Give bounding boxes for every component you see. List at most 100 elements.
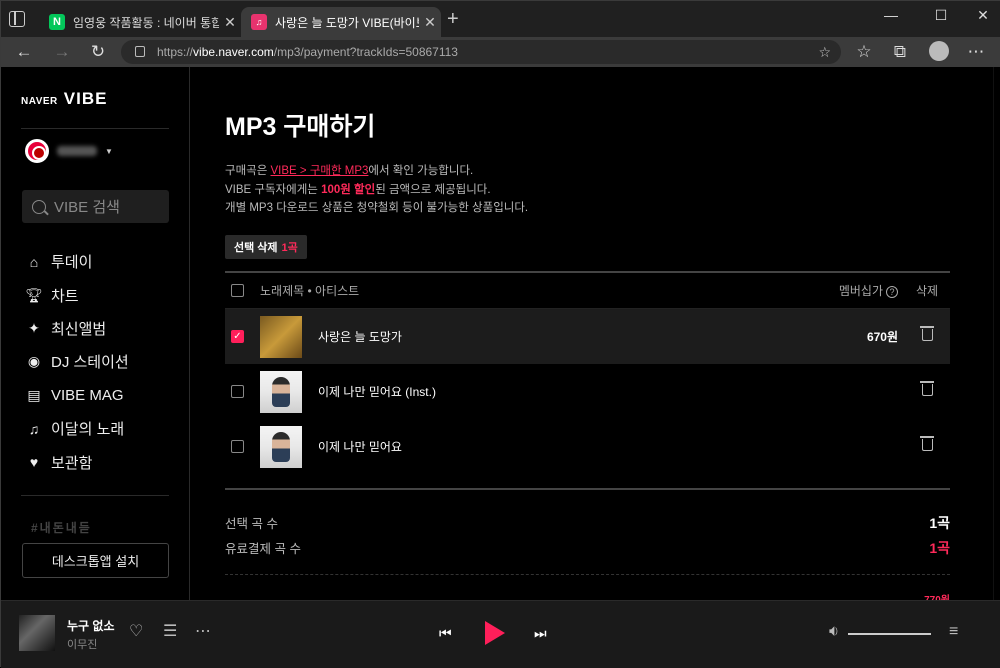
row-checkbox[interactable]: ✓	[231, 330, 244, 343]
tab-naver-search[interactable]: N 임영웅 작품활동 : 네이버 통합검 ✕	[39, 7, 241, 37]
summary-row: 선택 곡 수 1곡	[225, 510, 950, 535]
refresh-icon[interactable]: ↻	[87, 41, 109, 63]
install-desktop-app-button[interactable]: 데스크톱앱 설치	[22, 543, 169, 578]
delete-row-button[interactable]	[904, 436, 950, 454]
tab-vibe[interactable]: ♫ 사랑은 늘 도망가 VIBE(바이브) ✕	[241, 7, 441, 37]
collections-icon[interactable]: ⧉	[889, 41, 911, 63]
more-icon[interactable]: ⋯	[965, 41, 987, 63]
heart-outline-icon[interactable]: ♡	[129, 623, 143, 641]
table-header: 노래제목 • 아티스트 멤버십가? 삭제	[225, 273, 950, 309]
browser-window: N 임영웅 작품활동 : 네이버 통합검 ✕ ♫ 사랑은 늘 도망가 VIBE(…	[0, 0, 1000, 668]
main-content: MP3 구매하기 구매곡은 VIBE > 구매한 MP3에서 확인 가능합니다.…	[191, 67, 957, 600]
blurred-username	[57, 146, 97, 156]
table-row[interactable]: 이제 나만 믿어요 (Inst.)	[225, 364, 950, 419]
page-title: MP3 구매하기	[225, 113, 376, 141]
divider	[21, 495, 169, 496]
vibe-logo[interactable]: NAVER VIBE	[21, 89, 107, 109]
track-title: 이제 나만 믿어요	[318, 440, 402, 454]
now-playing-artist[interactable]: 이무진	[67, 636, 97, 652]
profile-avatar[interactable]	[929, 41, 949, 61]
lock-icon	[135, 46, 145, 57]
delete-selected-button[interactable]: 선택 삭제 1곡	[225, 235, 307, 259]
header-price: 멤버십가?	[818, 282, 898, 299]
scrollbar-area[interactable]	[957, 67, 1000, 600]
sidebar-menu: ⌂ 투데이 🏆︎ 차트 ✦ 최신앨범 ◉ DJ 스테이션 ▤ VIBE MAG ♫ 이달의 …	[25, 245, 129, 479]
heart-icon: ♥	[29, 454, 39, 471]
purchase-summary: 선택 곡 수 1곡 유료결제 곡 수 1곡	[225, 488, 950, 560]
summary-label: 유료결제 곡 수	[225, 542, 301, 556]
avatar	[25, 139, 49, 163]
row-checkbox[interactable]	[231, 440, 244, 453]
sidebar-item-label: 보관함	[51, 454, 93, 472]
header-title: 노래제목 • 아티스트	[260, 284, 360, 298]
sidebar-item-library[interactable]: ♥ 보관함	[25, 445, 129, 478]
now-playing-art[interactable]	[19, 615, 55, 651]
new-tab-icon[interactable]: +	[447, 9, 459, 29]
trash-icon	[919, 381, 934, 396]
sidebar-item-dj-station[interactable]: ◉ DJ 스테이션	[25, 345, 129, 378]
row-checkbox[interactable]	[231, 385, 244, 398]
sparkle-icon: ✦	[28, 319, 40, 336]
delete-row-button[interactable]	[904, 326, 950, 344]
forward-icon[interactable]: →	[51, 41, 73, 63]
add-favorite-icon[interactable]: ☆	[818, 40, 831, 64]
select-all-checkbox[interactable]	[231, 284, 244, 297]
url-path: /mp3/payment?trackIds=50867113	[273, 45, 458, 59]
back-icon[interactable]: ←	[13, 41, 35, 63]
address-toolbar: ← → ↻ https://vibe.naver.com/mp3/payment…	[1, 37, 1000, 67]
next-icon[interactable]: ⏭︎	[534, 625, 547, 641]
sidebar-item-new-albums[interactable]: ✦ 최신앨범	[25, 312, 129, 345]
tab-bar: N 임영웅 작품활동 : 네이버 통합검 ✕ ♫ 사랑은 늘 도망가 VIBE(…	[1, 1, 1000, 37]
sidebar-item-chart[interactable]: 🏆︎ 차트	[25, 278, 129, 311]
url-host: vibe.naver.com	[193, 45, 274, 59]
profile-menu[interactable]: ▼	[25, 139, 113, 163]
add-to-playlist-icon[interactable]: ☰	[163, 623, 177, 641]
discount-text: 100원 할인	[321, 183, 376, 196]
purchased-mp3-link[interactable]: VIBE > 구매한 MP3	[271, 165, 369, 177]
close-window-icon[interactable]: ✕	[961, 7, 1000, 24]
close-icon[interactable]: ✕	[219, 14, 241, 31]
previous-icon[interactable]: ⏮︎	[439, 625, 452, 641]
sidebar: NAVER VIBE ▼ VIBE 검색 ⌂ 투데이 🏆︎ 차트 ✦ 최신앨범 ◉ DJ…	[1, 67, 190, 600]
sidebar-item-today[interactable]: ⌂ 투데이	[25, 245, 129, 278]
close-icon[interactable]: ✕	[419, 14, 441, 31]
info-text: 개별 MP3 다운로드 상품은 청약철회 등이 불가능한 상품입니다.	[225, 202, 529, 214]
delete-row-button[interactable]	[904, 381, 950, 399]
playlist-icon[interactable]: ≡	[949, 623, 958, 641]
info-text: 된 금액으로 제공됩니다.	[375, 183, 491, 196]
trash-icon	[919, 326, 934, 341]
sidebar-item-label: 차트	[51, 287, 79, 305]
summary-row: 유료결제 곡 수 1곡	[225, 535, 950, 560]
faded-tag: #내돈내듣	[31, 521, 92, 535]
sidebar-item-monthly-song[interactable]: ♫ 이달의 노래	[25, 412, 129, 445]
trash-icon	[919, 436, 934, 451]
radio-icon: ◉	[27, 353, 41, 370]
naver-favicon-icon: N	[49, 14, 65, 30]
volume-icon[interactable]: 🔉︎	[829, 623, 839, 641]
sidebar-item-label: 최신앨범	[51, 320, 107, 338]
vibe-favicon-icon: ♫	[251, 14, 267, 30]
help-icon[interactable]: ?	[886, 286, 898, 298]
minimize-icon[interactable]: —	[869, 7, 913, 23]
sidebar-item-label: VIBE MAG	[51, 386, 124, 404]
calendar-note-icon: ♫	[28, 420, 40, 437]
table-row[interactable]: 이제 나만 믿어요	[225, 419, 950, 474]
info-text: 구매곡은	[225, 165, 271, 177]
purchase-info: 구매곡은 VIBE > 구매한 MP3에서 확인 가능합니다. VIBE 구독자…	[225, 162, 528, 218]
table-row[interactable]: ✓ 사랑은 늘 도망가 670원	[225, 309, 950, 364]
play-icon[interactable]	[485, 621, 505, 645]
search-input[interactable]: VIBE 검색	[22, 190, 169, 223]
delete-selected-count: 1곡	[281, 242, 298, 254]
logo-naver: NAVER	[21, 96, 58, 107]
maximize-icon[interactable]: ☐	[919, 7, 963, 24]
paid-count: 1곡	[929, 539, 950, 556]
url-bar[interactable]: https://vibe.naver.com/mp3/payment?track…	[121, 40, 841, 64]
tab-actions-icon[interactable]	[9, 11, 25, 27]
trophy-icon: 🏆︎	[25, 286, 43, 303]
now-playing-title[interactable]: 누구 없소	[67, 617, 115, 634]
more-icon[interactable]: ⋯	[195, 623, 211, 641]
url-scheme: https://	[157, 45, 194, 59]
favorites-icon[interactable]: ☆	[853, 41, 875, 63]
volume-slider[interactable]	[848, 633, 931, 635]
sidebar-item-vibe-mag[interactable]: ▤ VIBE MAG	[25, 379, 129, 412]
